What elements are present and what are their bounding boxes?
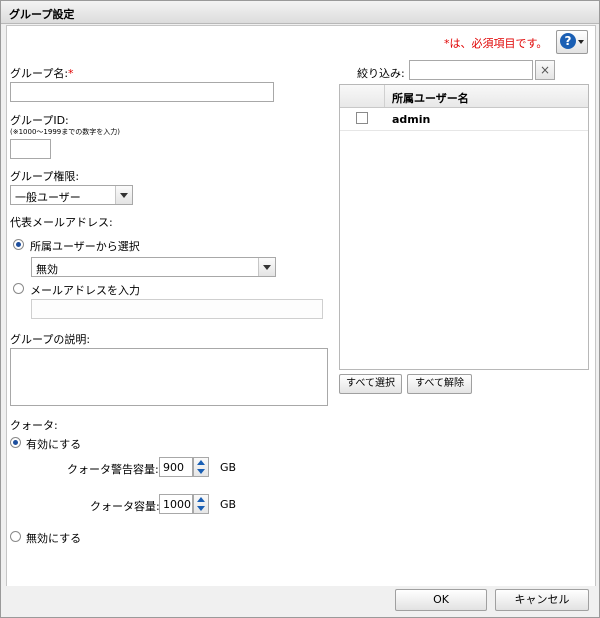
arrow-up-icon[interactable]: [197, 497, 205, 502]
email-user-select[interactable]: 無効: [31, 257, 276, 277]
user-table: 所属ユーザー名 admin: [339, 84, 589, 370]
quota-warning-unit: GB: [220, 461, 237, 474]
group-privilege-select[interactable]: 一般ユーザー: [10, 185, 133, 205]
quota-warning-input[interactable]: 900: [159, 457, 193, 477]
table-row[interactable]: admin: [340, 108, 588, 131]
radio-enter-email[interactable]: [13, 283, 24, 294]
clear-all-button[interactable]: すべて解除: [407, 374, 472, 394]
arrow-up-icon[interactable]: [197, 460, 205, 465]
arrow-down-icon[interactable]: [197, 506, 205, 511]
column-header-user-name: 所属ユーザー名: [392, 92, 469, 105]
title-bar: グループ設定: [1, 1, 599, 24]
description-textarea[interactable]: [10, 348, 328, 406]
select-all-button[interactable]: すべて選択: [339, 374, 402, 394]
dialog-footer: OK キャンセル: [1, 586, 599, 617]
group-id-input[interactable]: [10, 139, 51, 159]
checkbox-column-header: [340, 85, 385, 107]
quota-label: クォータ:: [10, 419, 58, 432]
quota-enable-label: 有効にする: [26, 438, 82, 451]
required-mark: *: [68, 67, 74, 80]
cancel-button[interactable]: キャンセル: [495, 589, 589, 611]
email-input[interactable]: [31, 299, 323, 319]
chevron-down-icon: [115, 186, 132, 204]
chevron-down-icon: [578, 40, 584, 44]
clear-filter-button[interactable]: ×: [535, 60, 555, 80]
quota-capacity-stepper[interactable]: [193, 494, 209, 514]
group-settings-dialog: グループ設定 *は、必須項目です。 ? グループ名:* グループID: (※10…: [0, 0, 600, 618]
group-privilege-value: 一般ユーザー: [15, 191, 81, 204]
quota-capacity-label: クォータ容量:: [90, 500, 160, 513]
chevron-down-icon: [258, 258, 275, 276]
required-note: *は、必須項目です。: [444, 37, 548, 50]
filter-label: 絞り込み:: [357, 67, 405, 80]
quota-capacity-value: 1000: [163, 498, 191, 511]
arrow-down-icon[interactable]: [197, 469, 205, 474]
enter-email-label: メールアドレスを入力: [30, 284, 140, 297]
radio-quota-disable[interactable]: [10, 531, 21, 542]
quota-capacity-unit: GB: [220, 498, 237, 511]
ok-button[interactable]: OK: [395, 589, 487, 611]
help-icon: ?: [560, 33, 576, 49]
group-name-input[interactable]: [10, 82, 274, 102]
email-label: 代表メールアドレス:: [10, 216, 113, 229]
table-header: 所属ユーザー名: [340, 85, 588, 108]
select-from-users-label: 所属ユーザーから選択: [30, 240, 140, 253]
email-user-select-value: 無効: [36, 263, 58, 276]
row-checkbox[interactable]: [356, 112, 368, 124]
close-icon: ×: [539, 63, 551, 77]
quota-warning-stepper[interactable]: [193, 457, 209, 477]
user-name-cell: admin: [392, 113, 431, 126]
group-id-label: グループID:: [10, 114, 69, 127]
radio-quota-enable[interactable]: [10, 437, 21, 448]
quota-warning-label: クォータ警告容量:: [67, 463, 159, 476]
group-privilege-label: グループ権限:: [10, 170, 80, 183]
quota-capacity-input[interactable]: 1000: [159, 494, 193, 514]
window-title: グループ設定: [9, 8, 75, 21]
group-name-label: グループ名:*: [10, 67, 74, 80]
quota-disable-label: 無効にする: [26, 532, 82, 545]
radio-select-from-users[interactable]: [13, 239, 24, 250]
quota-warning-value: 900: [163, 461, 184, 474]
group-id-hint: (※1000～1999までの数字を入力): [10, 128, 120, 136]
filter-input[interactable]: [409, 60, 533, 80]
help-button[interactable]: ?: [556, 30, 588, 54]
description-label: グループの説明:: [10, 333, 91, 346]
